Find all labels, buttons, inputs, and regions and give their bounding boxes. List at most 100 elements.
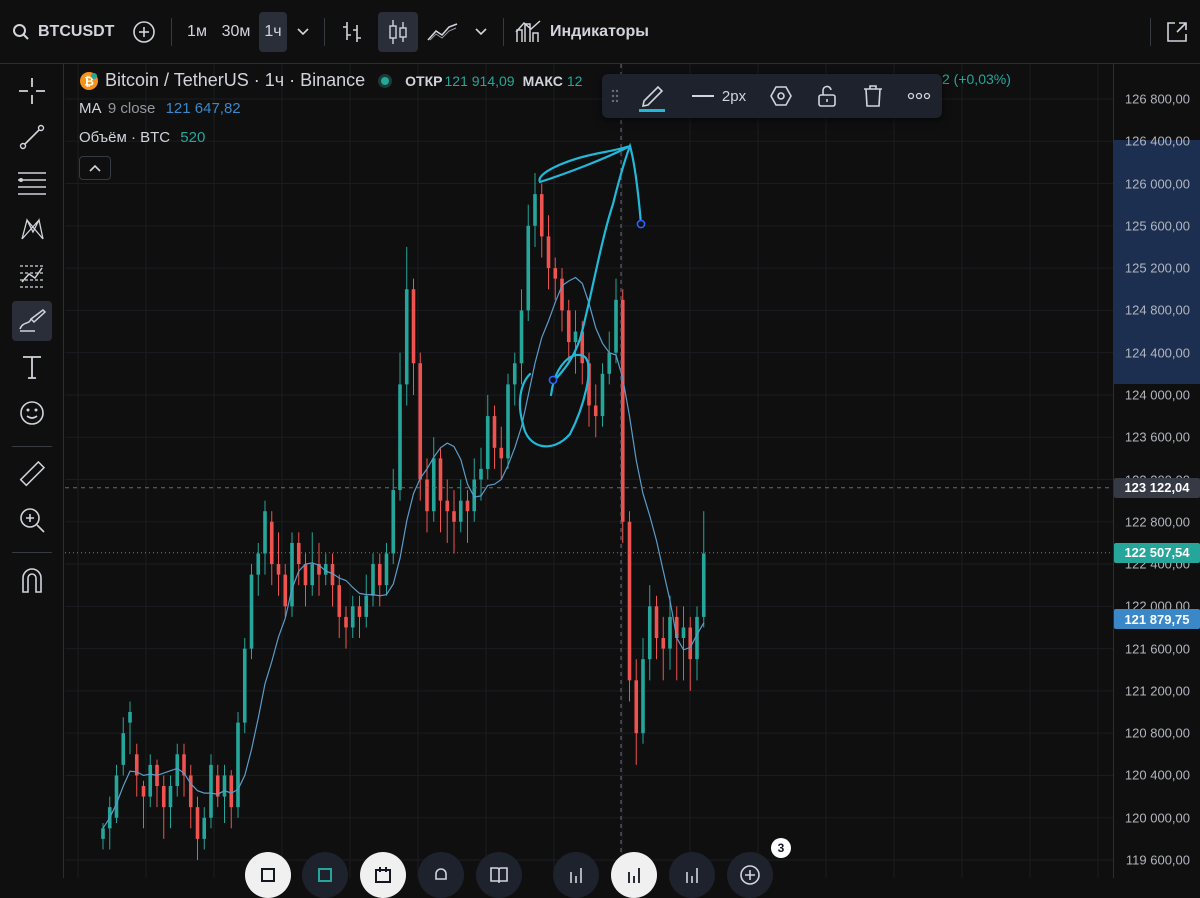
interval-30m-button[interactable]: 30м — [217, 14, 255, 50]
candle-body — [627, 521, 632, 681]
price-axis-label: 120 000,00 — [1124, 810, 1190, 826]
price-axis-label: 120 400,00 — [1124, 767, 1190, 783]
bar-chart-icon — [686, 868, 698, 883]
candle-body — [377, 564, 382, 586]
fullscreen-button[interactable] — [1162, 14, 1192, 50]
text-tool-button[interactable] — [12, 347, 52, 387]
measure-tool-button[interactable] — [12, 454, 52, 494]
pattern-tool-button[interactable] — [12, 209, 52, 249]
plus-circle-icon — [740, 865, 760, 885]
candle-body — [661, 638, 666, 649]
emoji-tool-button[interactable] — [12, 393, 52, 433]
trash-icon — [864, 85, 882, 107]
ma-value: 121 647,82 — [165, 100, 241, 117]
crosshair-tool-button[interactable] — [12, 71, 52, 111]
area-chart-icon — [427, 23, 458, 41]
compare-symbol-button[interactable] — [128, 14, 160, 50]
ohlc-bars-icon — [343, 22, 361, 42]
bottom-green-square-button[interactable] — [302, 852, 348, 898]
more-options-button[interactable] — [902, 74, 936, 118]
candle-body — [222, 775, 227, 797]
bottom-square-button[interactable] — [245, 852, 291, 898]
candle-body — [195, 807, 200, 839]
divider — [1150, 18, 1151, 46]
candle-body — [249, 574, 254, 649]
candle-body — [573, 331, 578, 343]
candle-body — [681, 627, 686, 639]
price-axis-label: 121 600,00 — [1124, 641, 1190, 657]
calendar-button[interactable] — [360, 852, 406, 898]
price-chart[interactable] — [65, 64, 1113, 878]
plus-circle-icon — [133, 21, 155, 43]
collapse-legend-button[interactable] — [79, 156, 111, 180]
volume-legend[interactable]: Объём · BTC 520 — [79, 129, 205, 146]
candle-body — [141, 786, 146, 797]
price-axis-label: 125 200,00 — [1124, 260, 1190, 276]
indicators-icon — [515, 20, 541, 42]
add-button[interactable] — [727, 852, 773, 898]
ruler-icon — [19, 460, 46, 487]
candle-body — [269, 521, 274, 565]
book-button[interactable] — [476, 852, 522, 898]
bar-chart-icon — [570, 868, 582, 883]
smiley-icon — [20, 401, 44, 425]
crosshair-icon — [19, 78, 45, 104]
price-axis-label: 124 400,00 — [1124, 345, 1190, 361]
candle-body — [229, 775, 234, 808]
book-icon — [490, 867, 508, 883]
indicators-button[interactable]: Индикаторы — [515, 14, 655, 50]
drag-handle[interactable] — [608, 74, 622, 118]
chart-type-dropdown-button[interactable] — [470, 14, 492, 50]
chevron-down-icon — [297, 28, 309, 36]
zoom-tool-button[interactable] — [12, 500, 52, 540]
candle-body — [465, 500, 470, 512]
candle-body — [357, 606, 362, 617]
alerts-button[interactable] — [418, 852, 464, 898]
fib-tool-button[interactable] — [12, 163, 52, 203]
candle-body — [114, 775, 119, 818]
brush-drawing-arrowhead — [538, 144, 632, 184]
line-width-button[interactable]: 2px — [684, 74, 754, 118]
bars-button-2[interactable] — [611, 852, 657, 898]
symbol-search-button[interactable]: BTCUSDT — [12, 14, 116, 50]
interval-dropdown-button[interactable] — [292, 14, 314, 50]
chart-pane[interactable] — [65, 64, 1113, 878]
lock-drawing-button[interactable] — [810, 74, 844, 118]
delete-drawing-button[interactable] — [856, 74, 890, 118]
divider — [503, 18, 504, 46]
interval-1h-button[interactable]: 1ч — [259, 12, 287, 52]
zoom-in-icon — [20, 508, 45, 533]
line-color-button[interactable] — [632, 74, 672, 118]
price-axis-label: 126 400,00 — [1124, 133, 1190, 149]
ma-legend[interactable]: MA 9 close 121 647,82 — [79, 100, 241, 117]
candles-chart-type-button[interactable] — [378, 12, 418, 52]
area-chart-type-button[interactable] — [425, 14, 461, 50]
symbol-label: BTCUSDT — [38, 23, 115, 40]
bitcoin-logo-icon: ₿ — [80, 71, 98, 90]
price-axis-label: 126 000,00 — [1124, 176, 1190, 192]
candle-body — [121, 733, 126, 765]
candle-body — [384, 553, 389, 586]
candle-body — [519, 310, 524, 364]
candle-body — [701, 553, 706, 617]
price-axis-label: 119 600,00 — [1125, 852, 1190, 868]
chevron-up-icon — [89, 164, 101, 172]
bars-button-1[interactable] — [553, 852, 599, 898]
divider — [12, 446, 52, 447]
horizontal-lines-icon — [18, 172, 46, 195]
interval-1m-button[interactable]: 1м — [181, 14, 213, 50]
bar-chart-type-button[interactable] — [336, 14, 368, 50]
bars-button-3[interactable] — [669, 852, 715, 898]
candle-body — [168, 786, 173, 808]
prediction-tool-button[interactable] — [12, 255, 52, 295]
price-scale[interactable]: 126 800,00 126 400,00 126 000,00 125 600,00… — [1113, 64, 1200, 878]
calendar-icon — [375, 867, 391, 883]
trend-line-tool-button[interactable] — [12, 117, 52, 157]
magnet-tool-button[interactable] — [12, 560, 52, 600]
pattern-icon — [21, 218, 44, 240]
candle-body — [418, 363, 423, 480]
drawing-settings-button[interactable] — [764, 74, 798, 118]
candle-body — [371, 564, 375, 596]
price-axis-label: 120 800,00 — [1124, 725, 1190, 741]
brush-tool-button[interactable] — [12, 301, 52, 341]
